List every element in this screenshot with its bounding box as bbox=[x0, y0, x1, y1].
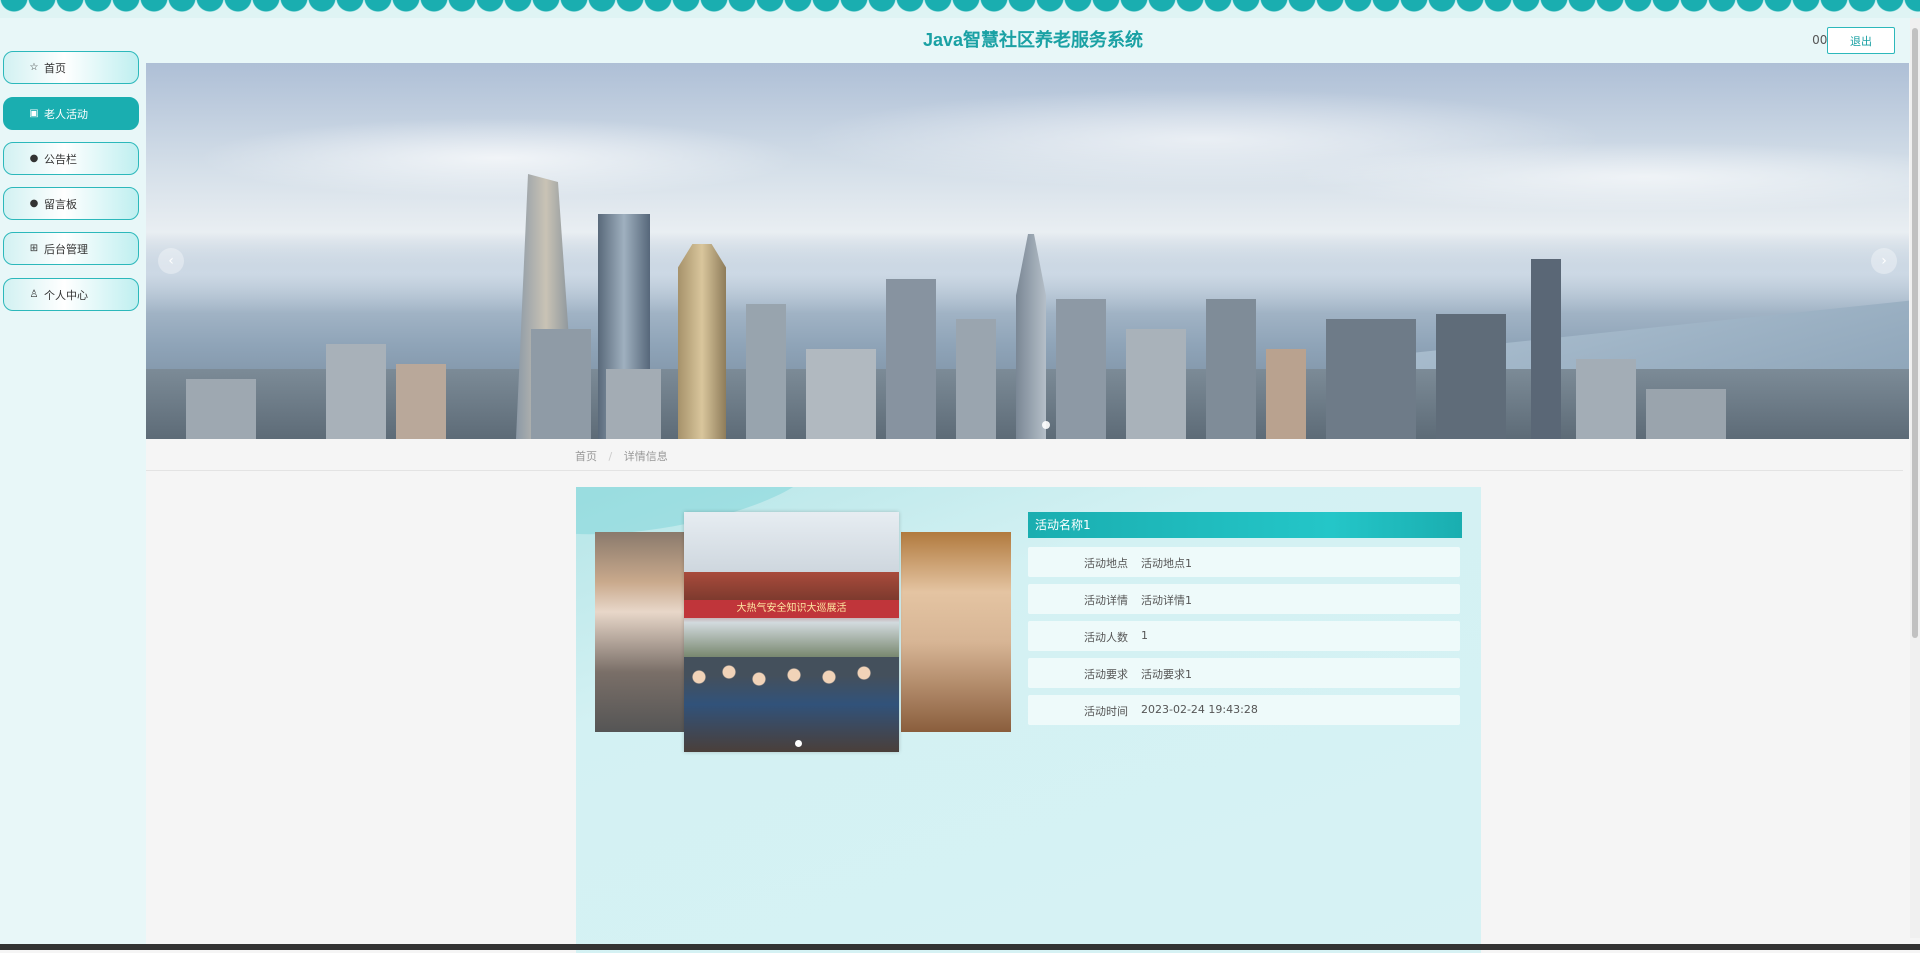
info-row-time: 活动时间 2023-02-24 19:43:28 bbox=[1028, 695, 1460, 725]
photo-banner-text: 大热气安全知识大巡展活 bbox=[684, 600, 899, 618]
info-label: 活动时间 bbox=[1028, 703, 1128, 719]
sidebar-item-message-board[interactable]: ● 留言板 bbox=[3, 187, 139, 220]
info-row-requirements: 活动要求 活动要求1 bbox=[1028, 658, 1460, 688]
sidebar-item-elder-activities[interactable]: ▣ 老人活动 bbox=[3, 97, 139, 130]
building bbox=[606, 369, 661, 439]
photo-crowd bbox=[684, 657, 899, 752]
header: Java智慧社区养老服务系统 001 退出 bbox=[146, 18, 1920, 63]
building bbox=[326, 344, 386, 439]
info-value: 活动地点1 bbox=[1141, 555, 1192, 571]
sidebar-item-label: 个人中心 bbox=[44, 287, 88, 303]
breadcrumb-home[interactable]: 首页 bbox=[575, 450, 597, 463]
question-icon: ● bbox=[28, 198, 40, 209]
building bbox=[1646, 389, 1726, 439]
activity-photo-right bbox=[901, 532, 1011, 732]
chevron-right-icon: › bbox=[1881, 253, 1887, 269]
building bbox=[1056, 299, 1106, 439]
breadcrumb-separator: / bbox=[609, 450, 613, 463]
sidebar-item-home[interactable]: ☆ 首页 bbox=[3, 51, 139, 84]
banner-indicator-dot[interactable] bbox=[1042, 421, 1050, 429]
info-label: 活动人数 bbox=[1028, 629, 1128, 645]
building bbox=[956, 319, 996, 439]
banner-prev-button[interactable]: ‹ bbox=[158, 248, 184, 274]
top-scallop-border bbox=[0, 0, 1920, 18]
settings-icon: ⊞ bbox=[28, 243, 40, 254]
sidebar-item-notice-board[interactable]: ● 公告栏 bbox=[3, 142, 139, 175]
activity-photo-main[interactable]: 大热气安全知识大巡展活 bbox=[684, 512, 899, 752]
building bbox=[1266, 349, 1306, 439]
sidebar-item-label: 公告栏 bbox=[44, 151, 77, 167]
building bbox=[1326, 319, 1416, 439]
breadcrumb: 首页 / 详情信息 bbox=[575, 448, 668, 464]
info-label: 活动要求 bbox=[1028, 666, 1128, 682]
building bbox=[1531, 259, 1561, 439]
site-title: Java智慧社区养老服务系统 bbox=[146, 26, 1920, 52]
banner-carousel[interactable]: ‹ › bbox=[146, 63, 1909, 439]
sidebar: ☆ 首页 ▣ 老人活动 ● 公告栏 ● 留言板 ⊞ 后台管理 ♙ 个人中心 bbox=[0, 18, 146, 944]
sidebar-item-profile[interactable]: ♙ 个人中心 bbox=[3, 278, 139, 311]
user-icon: ♙ bbox=[28, 289, 40, 300]
detail-panel: 大热气安全知识大巡展活 活动名称1 活动地点 活动地点1 活动详情 活动详情1 … bbox=[576, 487, 1481, 953]
building bbox=[1576, 359, 1636, 439]
info-label: 活动地点 bbox=[1028, 555, 1128, 571]
building bbox=[396, 364, 446, 439]
page: ☆ 首页 ▣ 老人活动 ● 公告栏 ● 留言板 ⊞ 后台管理 ♙ 个人中心 Ja… bbox=[0, 18, 1920, 944]
building bbox=[531, 329, 591, 439]
photo-gate bbox=[684, 572, 899, 600]
logout-button[interactable]: 退出 bbox=[1827, 27, 1895, 54]
divider bbox=[146, 470, 1903, 471]
sidebar-item-label: 首页 bbox=[44, 60, 66, 76]
info-row-count: 活动人数 1 bbox=[1028, 621, 1460, 651]
building bbox=[806, 349, 876, 439]
bag-icon: ▣ bbox=[28, 108, 40, 119]
breadcrumb-current: 详情信息 bbox=[624, 450, 668, 463]
building bbox=[678, 244, 726, 439]
info-label: 活动详情 bbox=[1028, 592, 1128, 608]
info-value: 活动要求1 bbox=[1141, 666, 1192, 682]
activity-title: 活动名称1 bbox=[1028, 512, 1462, 538]
sidebar-item-label: 留言板 bbox=[44, 196, 77, 212]
building bbox=[746, 304, 786, 439]
sidebar-item-label: 老人活动 bbox=[44, 106, 88, 122]
info-value: 活动详情1 bbox=[1141, 592, 1192, 608]
building bbox=[1206, 299, 1256, 439]
info-value: 2023-02-24 19:43:28 bbox=[1141, 703, 1258, 716]
building bbox=[1436, 314, 1506, 439]
chevron-left-icon: ‹ bbox=[168, 253, 174, 269]
info-row-details: 活动详情 活动详情1 bbox=[1028, 584, 1460, 614]
page-scrollbar[interactable] bbox=[1910, 18, 1920, 938]
building bbox=[1126, 329, 1186, 439]
building bbox=[886, 279, 936, 439]
scrollbar-thumb[interactable] bbox=[1912, 28, 1918, 638]
building bbox=[186, 379, 256, 439]
info-value: 1 bbox=[1141, 629, 1148, 642]
star-icon: ☆ bbox=[28, 62, 40, 73]
sidebar-item-label: 后台管理 bbox=[44, 241, 88, 257]
info-icon: ● bbox=[28, 153, 40, 164]
banner-clouds bbox=[146, 63, 1909, 253]
photo-carousel-dot[interactable] bbox=[795, 740, 802, 747]
activity-photo-left bbox=[595, 532, 690, 732]
sidebar-item-admin[interactable]: ⊞ 后台管理 bbox=[3, 232, 139, 265]
bottom-bar bbox=[0, 944, 1920, 950]
info-row-location: 活动地点 活动地点1 bbox=[1028, 547, 1460, 577]
banner-next-button[interactable]: › bbox=[1871, 248, 1897, 274]
